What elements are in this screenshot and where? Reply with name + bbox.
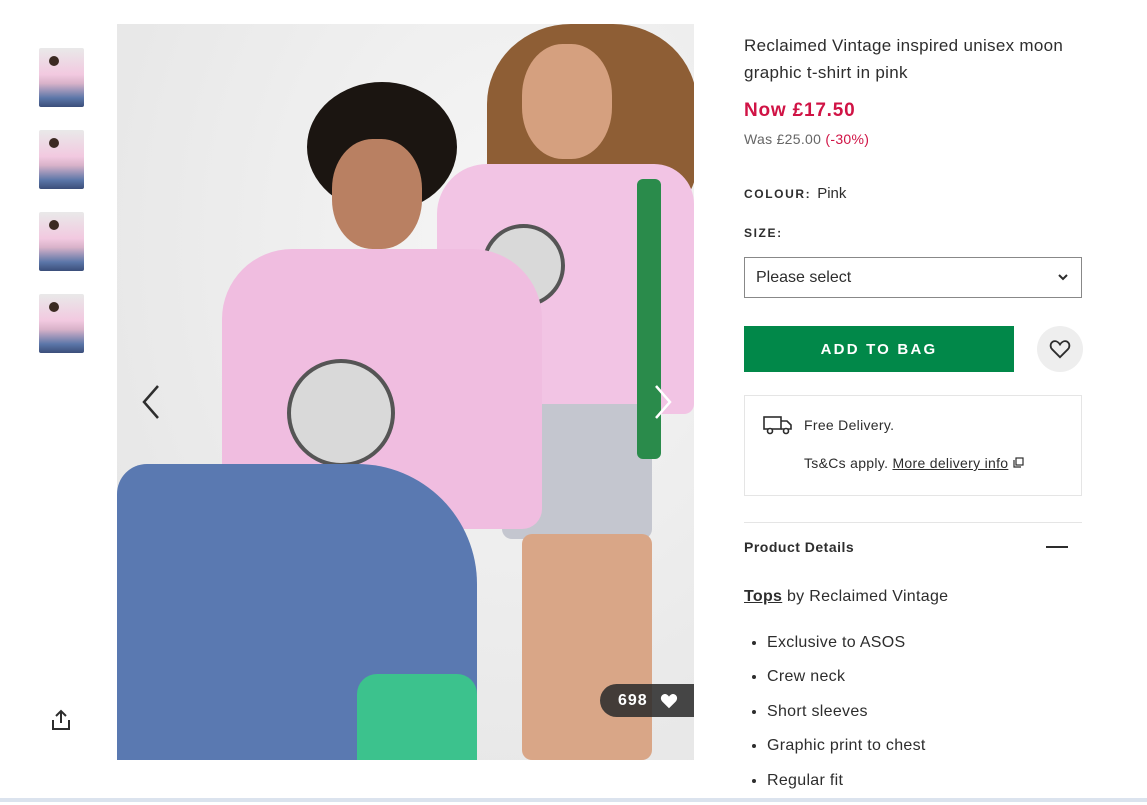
heart-icon (660, 693, 677, 708)
chevron-left-icon[interactable] (138, 382, 168, 422)
delivery-info-link[interactable]: More delivery info (892, 455, 1008, 471)
colour-label: COLOUR: (744, 187, 812, 201)
thumbnail-image[interactable] (39, 48, 84, 107)
size-select[interactable]: Please select (744, 257, 1082, 298)
product-title: Reclaimed Vintage inspired unisex moon g… (744, 36, 1064, 82)
list-item: Crew neck (767, 667, 926, 701)
product-features-list: Exclusive to ASOS Crew neck Short sleeve… (744, 633, 926, 805)
category-link[interactable]: Tops (744, 588, 782, 605)
thumbnail-image[interactable] (39, 130, 84, 189)
was-price: Was £25.00 (744, 131, 822, 147)
thumbnail-list (39, 48, 85, 376)
colour-value: Pink (817, 185, 847, 202)
brand-text: by Reclaimed Vintage (786, 588, 949, 605)
category-line: Tops by Reclaimed Vintage (744, 588, 948, 606)
free-delivery-text: Free Delivery. (804, 417, 895, 433)
likes-button[interactable]: 698 (600, 684, 694, 717)
delivery-terms: Ts&Cs apply. More delivery info (804, 455, 1024, 471)
add-to-bag-button[interactable]: ADD TO BAG (744, 326, 1014, 372)
page-edge (0, 798, 1147, 802)
likes-count: 698 (618, 691, 648, 709)
list-item: Graphic print to chest (767, 736, 926, 770)
thumbnail-image[interactable] (39, 212, 84, 271)
list-item: Exclusive to ASOS (767, 633, 926, 667)
product-details-heading: Product Details (744, 539, 855, 555)
size-label: SIZE: (744, 226, 783, 240)
chevron-down-icon (1058, 274, 1068, 281)
thumbnail-image[interactable] (39, 294, 84, 353)
heart-outline-icon (1049, 340, 1071, 359)
product-main-image[interactable] (117, 24, 694, 760)
previous-price: Was £25.00 (-30%) (744, 131, 869, 147)
colour-info: COLOUR: Pink (744, 185, 846, 202)
delivery-van-icon (763, 416, 792, 435)
chevron-right-icon[interactable] (646, 382, 676, 422)
discount-badge: (-30%) (825, 131, 870, 147)
share-icon[interactable] (49, 708, 73, 732)
terms-text: Ts&Cs apply. (804, 455, 889, 471)
delivery-box: Free Delivery. Ts&Cs apply. More deliver… (744, 395, 1082, 496)
collapse-toggle-icon[interactable] (1046, 546, 1068, 548)
size-select-value: Please select (756, 268, 852, 286)
list-item: Short sleeves (767, 702, 926, 736)
divider (744, 522, 1082, 523)
save-for-later-button[interactable] (1037, 326, 1083, 372)
current-price: Now £17.50 (744, 100, 856, 121)
external-link-icon (1012, 457, 1024, 468)
